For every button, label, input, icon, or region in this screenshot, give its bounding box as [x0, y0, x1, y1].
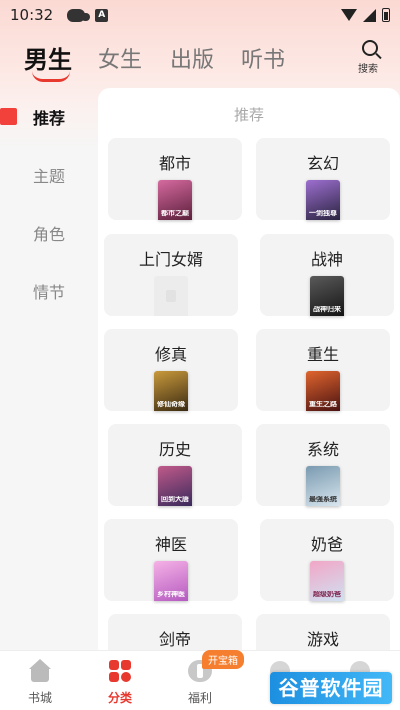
open-chest-badge[interactable]: 开宝箱: [202, 650, 244, 669]
book-cover: 超级奶爸: [310, 561, 344, 601]
search-icon: [362, 40, 378, 56]
side-item-recommend[interactable]: 推荐: [0, 88, 98, 146]
tab-publish[interactable]: 出版: [170, 42, 214, 74]
side-item-theme[interactable]: 主题: [0, 146, 98, 204]
genre-card-youxi[interactable]: 游戏: [256, 614, 390, 650]
active-tab-indicator: [32, 71, 70, 82]
genre-label: 系统: [306, 440, 339, 459]
category-grid-icon: [109, 660, 131, 682]
status-bar: 10:32 A: [0, 0, 400, 30]
cover-title: 修仙奇缘: [157, 401, 185, 408]
a-app-icon: A: [95, 8, 109, 22]
genre-label: 游戏: [306, 630, 339, 649]
genre-label: 神医: [154, 535, 187, 554]
genre-label: 上门女婿: [138, 250, 203, 269]
bottom-nav-category[interactable]: 分类: [80, 651, 160, 710]
genre-panel: 推荐 都市 都市之巅 玄幻 一剑独尊 上门女婿 战神 战神归来 修真 修仙奇缘 …: [98, 88, 400, 650]
cover-title: 一剑独尊: [309, 210, 337, 217]
wifi-icon: [341, 9, 357, 21]
cover-title: 都市之巅: [161, 210, 189, 217]
book-cover: 修仙奇缘: [154, 371, 188, 411]
genre-label: 历史: [158, 440, 191, 459]
status-time: 10:32: [10, 6, 54, 24]
genre-card-naiba[interactable]: 奶爸 超级奶爸: [260, 519, 394, 601]
tab-female[interactable]: 女生: [98, 42, 142, 74]
genre-card-chongsheng[interactable]: 重生 重生之路: [256, 329, 390, 411]
genre-card-dushi[interactable]: 都市 都市之巅: [108, 138, 242, 220]
genre-label: 剑帝: [158, 630, 191, 649]
signal-icon: [363, 8, 376, 22]
wechat-icon: [67, 8, 91, 22]
genre-label: 战神: [310, 250, 343, 269]
battery-icon: [382, 8, 390, 22]
genre-card-zhanshen[interactable]: 战神 战神归来: [260, 234, 394, 316]
book-cover: 最强系统: [306, 466, 340, 506]
genre-label: 重生: [306, 345, 339, 364]
book-cover: 战神归来: [310, 276, 344, 316]
genre-label: 都市: [158, 154, 191, 173]
top-tab-bar: 男生 女生 出版 听书 搜索: [0, 36, 400, 86]
watermark-logo: 谷普软件园: [270, 672, 392, 704]
side-item-role[interactable]: 角色: [0, 204, 98, 262]
book-cover: 乡村神医: [154, 561, 188, 601]
bottom-nav-label: 福利: [187, 691, 212, 705]
genre-card-shangmen[interactable]: 上门女婿: [104, 234, 238, 316]
cover-title: 回到大唐: [161, 496, 189, 503]
category-side-nav: 推荐 主题 角色 情节: [0, 88, 98, 320]
search-button[interactable]: 搜索: [356, 40, 384, 75]
bottom-nav-bookstore[interactable]: 书城: [0, 651, 80, 710]
book-cover-placeholder: [154, 276, 188, 316]
tab-male[interactable]: 男生: [24, 40, 72, 75]
genre-card-jiandi[interactable]: 剑帝: [108, 614, 242, 650]
genre-card-xitong[interactable]: 系统 最强系统: [256, 424, 390, 506]
cover-title: 战神归来: [313, 306, 341, 313]
genre-label: 奶爸: [310, 535, 343, 554]
search-label: 搜索: [358, 64, 378, 75]
tab-audiobook[interactable]: 听书: [241, 42, 285, 74]
book-cover: 都市之巅: [158, 180, 192, 220]
cover-title: 最强系统: [309, 496, 337, 503]
side-item-plot[interactable]: 情节: [0, 262, 98, 320]
genre-label: 修真: [154, 345, 187, 364]
book-cover: 重生之路: [306, 371, 340, 411]
book-cover: 一剑独尊: [306, 180, 340, 220]
genre-card-shenyi[interactable]: 神医 乡村神医: [104, 519, 238, 601]
status-indicators: [341, 8, 390, 22]
bottom-nav-label: 书城: [27, 691, 52, 705]
panel-title: 推荐: [233, 106, 264, 124]
genre-label: 玄幻: [306, 154, 339, 173]
cover-title: 重生之路: [309, 401, 337, 408]
cover-title: 超级奶爸: [313, 591, 341, 598]
genre-card-xiuzhen[interactable]: 修真 修仙奇缘: [104, 329, 238, 411]
book-cover: 回到大唐: [158, 466, 192, 506]
genre-card-lishi[interactable]: 历史 回到大唐: [108, 424, 242, 506]
house-icon: [28, 659, 52, 683]
cover-title: 乡村神医: [157, 591, 185, 598]
genre-card-xuanhuan[interactable]: 玄幻 一剑独尊: [256, 138, 390, 220]
bottom-nav-label: 分类: [107, 691, 132, 705]
